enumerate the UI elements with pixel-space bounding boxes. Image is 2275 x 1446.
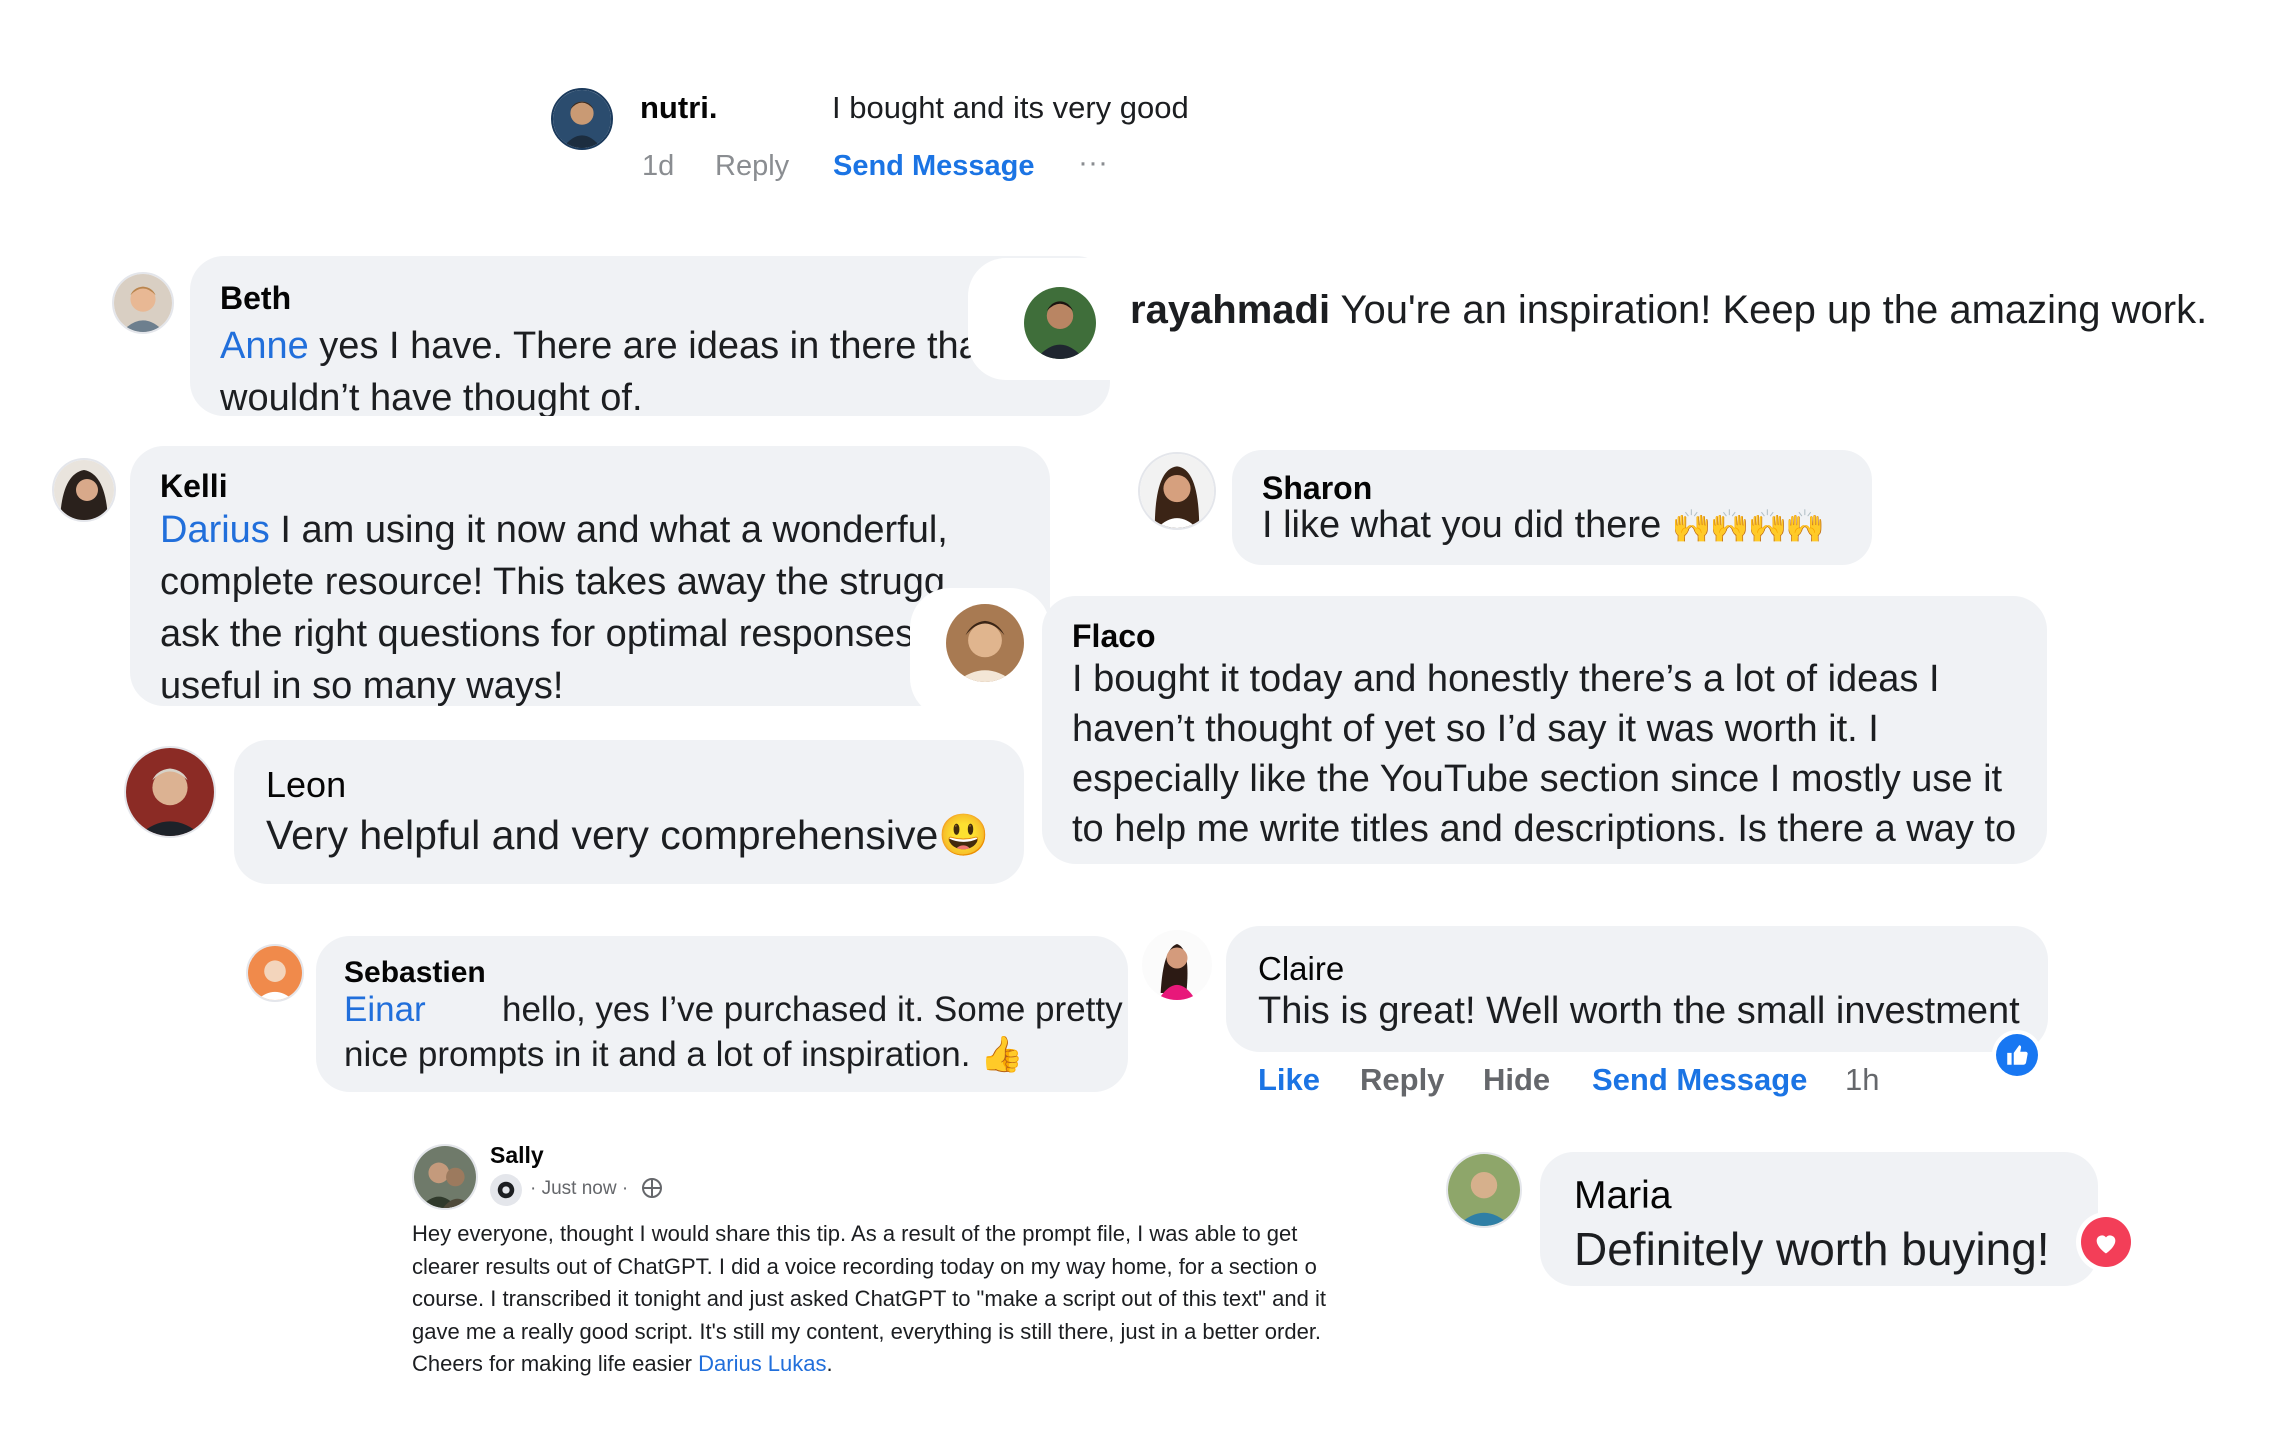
globe-icon bbox=[642, 1178, 662, 1198]
comment-text-line2: wouldn’t have thought of. bbox=[220, 377, 643, 416]
mention-link[interactable]: Anne bbox=[220, 325, 309, 367]
commenter-name[interactable]: rayahmadi bbox=[1130, 288, 1330, 332]
post-text-line2: clearer results out of ChatGPT. I did a … bbox=[412, 1253, 1317, 1279]
commenter-name[interactable]: Flaco bbox=[1072, 618, 1156, 655]
love-reaction-badge[interactable] bbox=[2076, 1212, 2136, 1272]
commenter-name[interactable]: nutri. bbox=[640, 90, 718, 126]
post-text-end: . bbox=[826, 1351, 833, 1376]
poster-name[interactable]: Sally bbox=[490, 1142, 544, 1169]
heart-icon bbox=[2081, 1217, 2131, 1267]
send-message-link[interactable]: Send Message bbox=[1592, 1062, 1807, 1098]
reply-link[interactable]: Reply bbox=[715, 150, 789, 183]
more-options-icon[interactable]: ··· bbox=[1078, 146, 1108, 180]
raised-hands-emoji: 🙌🙌🙌🙌 bbox=[1671, 508, 1825, 544]
kelli-avatar[interactable] bbox=[52, 458, 116, 522]
comment-text-line3: ask the right questions for optimal resp… bbox=[160, 613, 915, 655]
flaco-avatar[interactable] bbox=[944, 602, 1026, 684]
rayahmadi-comment: rayahmadi You're an inspiration! Keep up… bbox=[1130, 288, 2207, 333]
commenter-name[interactable]: Kelli bbox=[160, 468, 228, 505]
group-icon bbox=[497, 1181, 515, 1199]
post-text-line1: Hey everyone, thought I would share this… bbox=[412, 1221, 1298, 1246]
comment-time[interactable]: 1d bbox=[642, 150, 674, 183]
mention-link[interactable]: Darius bbox=[160, 509, 270, 551]
comment-text: Definitely worth buying! bbox=[1574, 1223, 2050, 1275]
maria-avatar[interactable] bbox=[1446, 1152, 1522, 1228]
commenter-name[interactable]: Maria bbox=[1574, 1174, 1672, 1218]
commenter-name[interactable]: Beth bbox=[220, 280, 291, 317]
commenter-name[interactable]: Leon bbox=[266, 764, 346, 806]
sharon-comment-bubble: Sharon I like what you did there 🙌🙌🙌🙌 bbox=[1232, 450, 1872, 565]
thumbs-up-emoji: 👍 bbox=[980, 1035, 1024, 1074]
post-text-line5: Cheers for making life easier bbox=[412, 1351, 699, 1376]
commenter-name[interactable]: Sharon bbox=[1262, 470, 1372, 507]
smiley-emoji: 😃 bbox=[938, 812, 990, 858]
claire-avatar[interactable] bbox=[1140, 928, 1214, 1002]
like-link[interactable]: Like bbox=[1258, 1062, 1320, 1098]
comment-text: You're an inspiration! Keep up the amazi… bbox=[1340, 288, 2208, 332]
beth-avatar[interactable] bbox=[112, 272, 174, 334]
comment-text-line1: hello, yes I’ve purchased it. Some prett… bbox=[502, 990, 1123, 1029]
comment-text-body: Very helpful and very comprehensive bbox=[266, 812, 939, 858]
like-reaction-badge[interactable] bbox=[1992, 1030, 2042, 1080]
mention-link[interactable]: Darius Lukas bbox=[698, 1351, 826, 1376]
comment-text: I bought and its very good bbox=[832, 90, 1189, 125]
comment-text-line4: to help me write titles and descriptions… bbox=[1072, 808, 2017, 850]
comment-text-body: I like what you did there bbox=[1262, 504, 1662, 546]
comment-text: Anne yes I have. There are ideas in ther… bbox=[220, 320, 980, 416]
flaco-comment-bubble: Flaco I bought it today and honestly the… bbox=[1042, 596, 2047, 864]
comment-text-line4: useful in so many ways! bbox=[160, 665, 564, 706]
sally-avatar[interactable] bbox=[412, 1144, 478, 1210]
comment-text-line1: I bought it today and honestly there’s a… bbox=[1072, 658, 1940, 700]
group-badge bbox=[490, 1174, 522, 1206]
claire-comment-bubble: Claire This is great! Well worth the sma… bbox=[1226, 926, 2048, 1052]
sebastien-comment-bubble: Sebastien Einar hello, yes I’ve purchase… bbox=[316, 936, 1128, 1092]
post-text-line4: gave me a really good script. It's still… bbox=[412, 1318, 1322, 1344]
comment-text-line2-row: nice prompts in it and a lot of inspirat… bbox=[344, 1034, 1024, 1075]
post-meta[interactable]: · Just now · bbox=[530, 1178, 628, 1200]
comment-text: I like what you did there 🙌🙌🙌🙌 bbox=[1262, 504, 1825, 547]
send-message-link[interactable]: Send Message bbox=[833, 150, 1034, 183]
commenter-name[interactable]: Sebastien bbox=[344, 956, 486, 990]
comment-text: Very helpful and very comprehensive😃 bbox=[266, 812, 989, 860]
reply-link[interactable]: Reply bbox=[1360, 1062, 1444, 1098]
post-body: Hey everyone, thought I would share this… bbox=[412, 1218, 1422, 1378]
maria-comment-bubble: Maria Definitely worth buying! bbox=[1540, 1152, 2098, 1286]
nutri-avatar[interactable] bbox=[551, 88, 613, 150]
nutri-comment: nutri. I bought and its very good 1d Rep… bbox=[640, 86, 1280, 186]
comment-text: I bought it today and honestly there’s a… bbox=[1072, 654, 2016, 854]
like-icon bbox=[1996, 1034, 2038, 1076]
leon-comment-bubble: Leon Very helpful and very comprehensive… bbox=[234, 740, 1024, 884]
comment-text-line2: haven’t thought of yet so I’d say it was… bbox=[1072, 708, 1879, 750]
mention-link[interactable]: Einar bbox=[344, 990, 426, 1030]
comment-text: Darius I am using it now and what a wond… bbox=[160, 504, 948, 706]
hide-link[interactable]: Hide bbox=[1483, 1062, 1550, 1098]
commenter-name[interactable]: Claire bbox=[1258, 950, 1344, 988]
sebastien-avatar[interactable] bbox=[246, 944, 304, 1002]
leon-avatar[interactable] bbox=[124, 746, 216, 838]
rayahmadi-avatar[interactable] bbox=[1022, 285, 1098, 361]
comment-text-line2: complete resource! This takes away the s… bbox=[160, 561, 946, 603]
comment-text-line3: especially like the YouTube section sinc… bbox=[1072, 758, 2003, 800]
comment-text: This is great! Well worth the small inve… bbox=[1258, 990, 2020, 1032]
post-text-line3: course. I transcribed it tonight and jus… bbox=[412, 1286, 1326, 1311]
comment-text-line2: nice prompts in it and a lot of inspirat… bbox=[344, 1035, 971, 1074]
comment-text-line1: yes I have. There are ideas in there tha bbox=[308, 325, 980, 367]
comment-time[interactable]: 1h bbox=[1845, 1062, 1879, 1098]
comment-text-line1: I am using it now and what a wonderful, bbox=[269, 509, 948, 551]
sharon-avatar[interactable] bbox=[1138, 452, 1216, 530]
